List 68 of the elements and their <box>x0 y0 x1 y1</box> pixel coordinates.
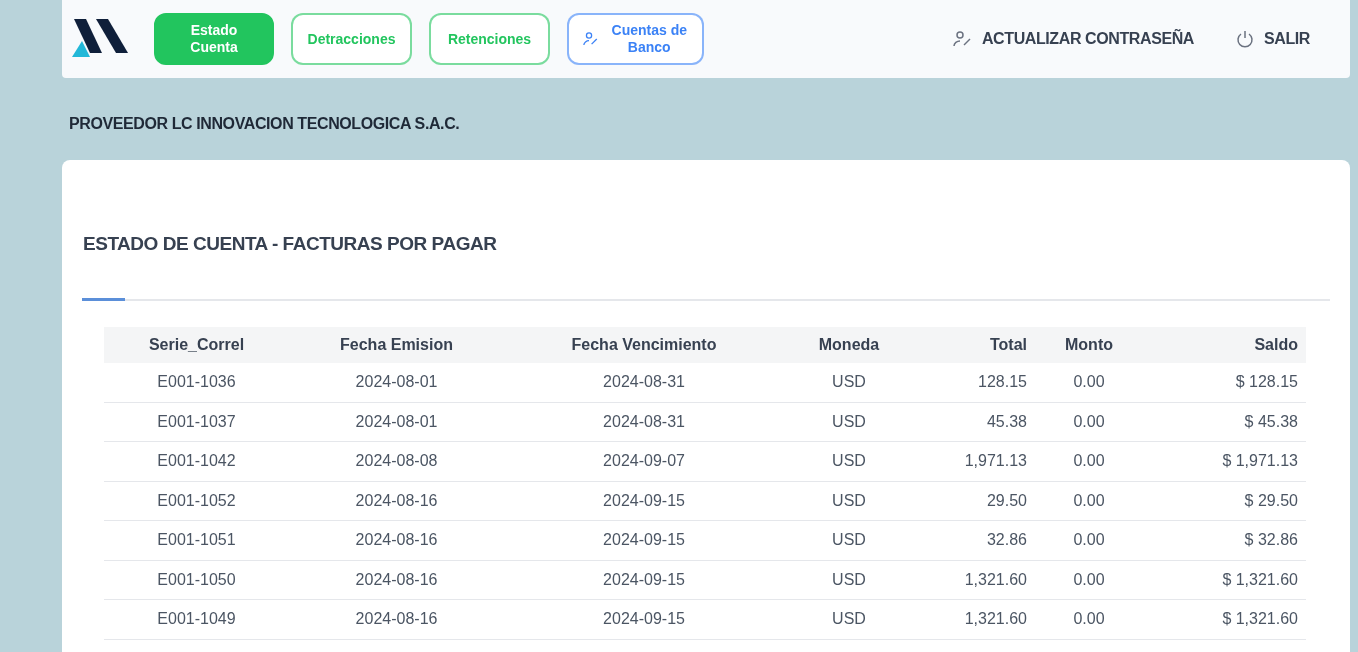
table-cell: 2024-08-16 <box>289 560 504 600</box>
provider-name: PROVEEDOR LC INNOVACION TECNOLOGICA S.A.C. <box>69 114 461 132</box>
table-cell: 2024-08-16 <box>289 520 504 560</box>
update-password-button[interactable]: ACTUALIZAR CONTRASEÑA <box>952 27 1194 51</box>
logout-button[interactable]: SALIR <box>1236 27 1310 51</box>
table-cell: 45.38 <box>914 402 1029 442</box>
table-cell: 0.00 <box>1029 441 1149 481</box>
table-cell: $ 1,321.60 <box>1149 560 1306 600</box>
table-cell: USD <box>784 481 914 521</box>
table-cell: 2024-08-16 <box>289 599 504 639</box>
tab-indicator <box>82 297 125 301</box>
table-cell: 29.50 <box>914 481 1029 521</box>
table-cell: USD <box>784 599 914 639</box>
nav-tab[interactable]: Estado Cuenta <box>154 13 274 65</box>
table-cell: $ 29.50 <box>1149 481 1306 521</box>
table-cell: 2024-09-15 <box>504 520 784 560</box>
table-cell: 2024-08-31 <box>504 362 784 402</box>
nav-tab[interactable]: Cuentas de Banco <box>567 13 704 65</box>
table-cell: 0.00 <box>1029 362 1149 402</box>
table-cell: 2024-08-01 <box>289 402 504 442</box>
logo-icon <box>72 19 130 59</box>
table-cell: E001-1050 <box>104 560 289 600</box>
table-cell: 2024-09-15 <box>504 481 784 521</box>
table-cell: $ 1,971.13 <box>1149 441 1306 481</box>
table-cell: 1,321.60 <box>914 560 1029 600</box>
section-title: ESTADO DE CUENTA - FACTURAS POR PAGAR <box>83 232 498 256</box>
column-header: Monto <box>1029 326 1149 363</box>
table-cell: E001-1042 <box>104 441 289 481</box>
table-cell: $ 128.15 <box>1149 362 1306 402</box>
table-cell: E001-1037 <box>104 402 289 442</box>
user-edit-icon <box>952 31 972 47</box>
table-cell: 2024-08-16 <box>289 481 504 521</box>
column-header: Fecha Vencimiento <box>504 326 784 363</box>
nav-tab[interactable]: Detracciones <box>291 13 412 65</box>
table-cell: 0.00 <box>1029 481 1149 521</box>
column-header: Moneda <box>784 326 914 363</box>
table-cell: 1,971.13 <box>914 441 1029 481</box>
table-cell: USD <box>784 441 914 481</box>
table-cell: 32.86 <box>914 520 1029 560</box>
table-cell: 0.00 <box>1029 520 1149 560</box>
table-cell: 128.15 <box>914 362 1029 402</box>
table-cell: USD <box>784 362 914 402</box>
table-cell: E001-1036 <box>104 362 289 402</box>
table-cell: 2024-08-31 <box>504 402 784 442</box>
table-cell: 2024-09-15 <box>504 560 784 600</box>
table-cell: $ 32.86 <box>1149 520 1306 560</box>
table-cell: E001-1049 <box>104 599 289 639</box>
table-cell: 2024-09-07 <box>504 441 784 481</box>
table-cell: $ 1,321.60 <box>1149 599 1306 639</box>
column-header: Total <box>914 326 1029 363</box>
table-cell: 0.00 <box>1029 402 1149 442</box>
table-cell: USD <box>784 560 914 600</box>
table-cell: E001-1052 <box>104 481 289 521</box>
table-cell: 2024-08-08 <box>289 441 504 481</box>
table-cell: $ 45.38 <box>1149 402 1306 442</box>
nav-tab[interactable]: Retenciones <box>429 13 550 65</box>
table-cell: 1,321.60 <box>914 599 1029 639</box>
table-cell: E001-1051 <box>104 520 289 560</box>
column-header: Serie_Correl <box>104 326 289 363</box>
table-cell: 2024-08-01 <box>289 362 504 402</box>
table-cell: 0.00 <box>1029 599 1149 639</box>
table-cell: USD <box>784 402 914 442</box>
column-header: Fecha Emision <box>289 326 504 363</box>
table-cell: USD <box>784 520 914 560</box>
power-icon <box>1236 30 1254 48</box>
table-cell: 2024-09-15 <box>504 599 784 639</box>
column-header: Saldo <box>1149 326 1306 363</box>
table-cell: 0.00 <box>1029 560 1149 600</box>
